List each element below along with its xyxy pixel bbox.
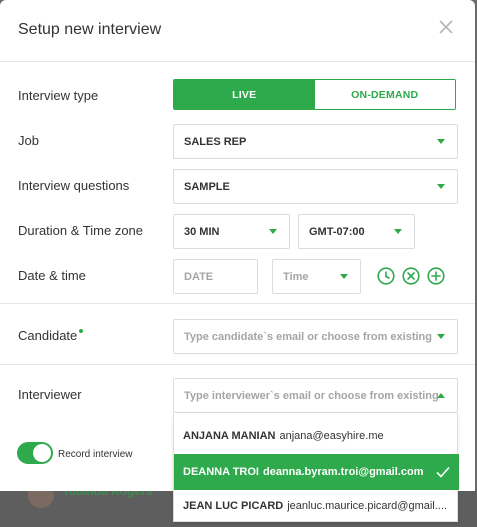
job-value: SALES REP bbox=[184, 135, 247, 148]
timezone-select[interactable]: GMT-07:00 bbox=[298, 214, 415, 249]
interviewer-option-name: JEAN LUC PICARD bbox=[183, 500, 284, 512]
interviewer-option[interactable]: JEAN LUC PICARD jeanluc.maurice.picard@g… bbox=[174, 488, 459, 524]
questions-label: Interview questions bbox=[18, 178, 130, 193]
toggle-knob bbox=[33, 444, 51, 462]
candidate-input[interactable]: Type candidate`s email or choose from ex… bbox=[173, 319, 458, 354]
job-select[interactable]: SALES REP bbox=[173, 124, 458, 159]
interviewer-input[interactable]: Type interviewer`s email or choose from … bbox=[173, 378, 458, 413]
record-interview-label: Record interview bbox=[58, 449, 133, 460]
record-interview-toggle[interactable] bbox=[17, 442, 53, 464]
date-input[interactable]: DATE bbox=[173, 259, 258, 294]
interviewer-option-email: jeanluc.maurice.picard@gmail.... bbox=[287, 500, 447, 512]
interviewer-option-email: deanna.byram.troi@gmail.com bbox=[262, 466, 424, 478]
divider bbox=[0, 364, 475, 365]
interviewer-option-selected[interactable]: DEANNA TROI deanna.byram.troi@gmail.com bbox=[174, 454, 459, 490]
interview-type-label: Interview type bbox=[18, 88, 99, 103]
required-indicator bbox=[79, 329, 84, 333]
divider bbox=[0, 303, 475, 304]
candidate-label: Candidate bbox=[18, 328, 84, 343]
live-option[interactable]: LIVE bbox=[174, 80, 315, 109]
duration-select[interactable]: 30 MIN bbox=[173, 214, 290, 249]
clock-icon[interactable] bbox=[377, 267, 395, 285]
chevron-down-icon bbox=[437, 184, 445, 189]
duration-value: 30 MIN bbox=[184, 225, 220, 238]
chevron-down-icon bbox=[437, 139, 445, 144]
time-select[interactable]: Time bbox=[272, 259, 361, 294]
chevron-down-icon bbox=[437, 334, 445, 339]
modal-title: Setup new interview bbox=[18, 21, 162, 38]
add-icon[interactable] bbox=[427, 267, 445, 285]
interviewer-dropdown: ANJANA MANIAN anjana@easyhire.me DEANNA … bbox=[173, 413, 459, 524]
datetime-label: Date & time bbox=[18, 268, 86, 283]
chevron-down-icon bbox=[394, 229, 402, 234]
questions-value: SAMPLE bbox=[184, 180, 230, 193]
job-label: Job bbox=[18, 133, 39, 148]
close-icon[interactable] bbox=[435, 16, 457, 38]
questions-select[interactable]: SAMPLE bbox=[173, 169, 458, 204]
interviewer-option-email: anjana@easyhire.me bbox=[279, 430, 384, 442]
interviewer-option-name: ANJANA MANIAN bbox=[183, 430, 276, 442]
date-placeholder: DATE bbox=[184, 270, 214, 283]
interviewer-placeholder: Type interviewer`s email or choose from … bbox=[184, 389, 439, 402]
chevron-down-icon bbox=[269, 229, 277, 234]
on-demand-option[interactable]: ON-DEMAND bbox=[314, 80, 455, 109]
interviewer-label: Interviewer bbox=[18, 387, 82, 402]
checkmark-icon bbox=[436, 466, 450, 478]
candidate-placeholder: Type candidate`s email or choose from ex… bbox=[184, 330, 432, 343]
chevron-down-icon bbox=[340, 274, 348, 279]
candidate-label-text: Candidate bbox=[18, 328, 78, 343]
interviewer-option[interactable]: ANJANA MANIAN anjana@easyhire.me bbox=[174, 418, 459, 454]
interviewer-option-name: DEANNA TROI bbox=[183, 466, 259, 478]
duration-label: Duration & Time zone bbox=[18, 223, 144, 238]
chevron-up-icon bbox=[437, 393, 445, 398]
interview-type-toggle: LIVE ON-DEMAND bbox=[173, 79, 456, 110]
clear-icon[interactable] bbox=[402, 267, 420, 285]
timezone-value: GMT-07:00 bbox=[309, 225, 365, 238]
time-placeholder: Time bbox=[283, 270, 309, 283]
modal-header: Setup new interview bbox=[0, 0, 475, 62]
